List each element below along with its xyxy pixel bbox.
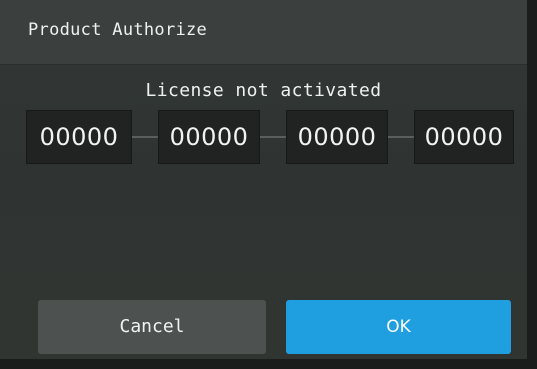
dialog-title: Product Authorize [28,20,208,40]
license-status-text: License not activated [145,80,382,101]
license-code-field-2[interactable]: 00000 [158,110,260,164]
title-bar: Product Authorize [0,0,527,65]
cancel-button[interactable]: Cancel [38,300,266,354]
license-code-row: 00000 00000 00000 00000 [26,110,516,164]
separator-dash [260,136,286,138]
license-code-field-3[interactable]: 00000 [286,110,388,164]
license-code-field-1[interactable]: 00000 [26,110,132,164]
ok-button[interactable]: OK [286,300,511,354]
product-authorize-dialog: Product Authorize License not activated … [0,0,537,369]
license-code-field-4[interactable]: 00000 [414,110,514,164]
separator-dash [388,136,414,138]
separator-dash [132,136,158,138]
